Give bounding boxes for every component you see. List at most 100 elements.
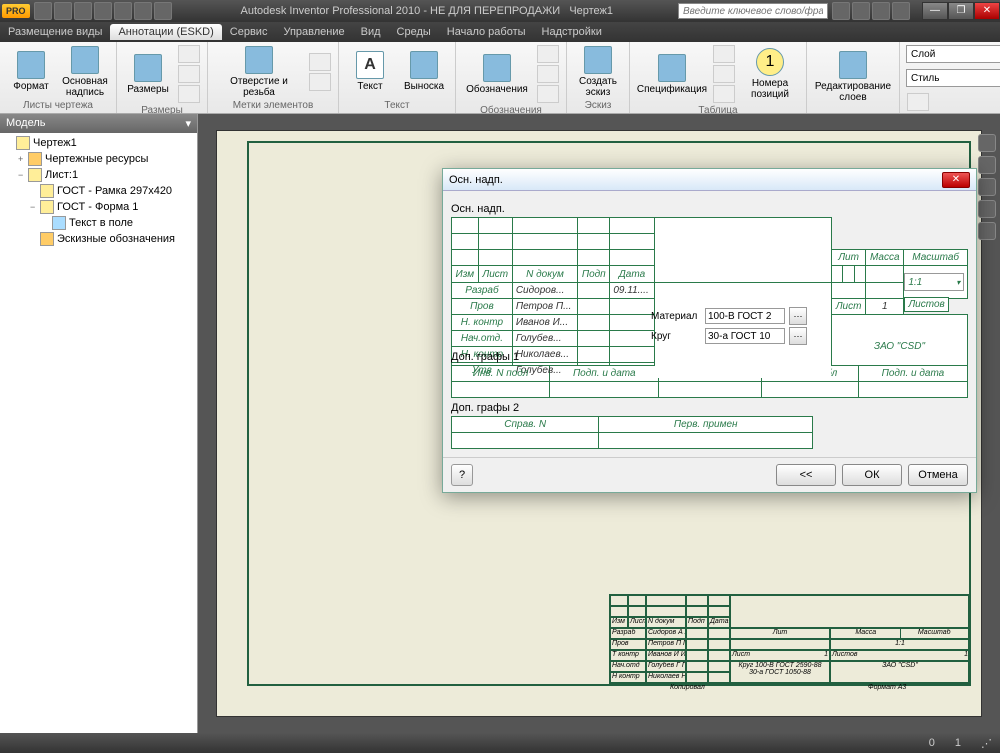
leader-icon (410, 51, 438, 79)
tbl-sm2[interactable] (713, 65, 735, 83)
tab-manage[interactable]: Управление (275, 24, 352, 40)
section-main-label: Осн. надп. (451, 203, 968, 215)
layers-icon (839, 51, 867, 79)
group-label-sheets: Листы чертежа (6, 99, 110, 111)
dialog-close-button[interactable]: ✕ (942, 172, 970, 188)
fmt-sm[interactable] (907, 93, 929, 111)
tree-form1[interactable]: −ГОСТ - Форма 1 (2, 199, 195, 215)
qat-save-icon[interactable] (74, 2, 92, 20)
edit-layers-button[interactable]: Редактирование слоев (813, 51, 893, 103)
tab-service[interactable]: Сервис (222, 24, 276, 40)
drawing-icon (16, 136, 30, 150)
ribbon-group-marks: Отверстие и резьба Метки элементов (208, 42, 339, 113)
model-browser-title[interactable]: Модель▾ (0, 114, 197, 133)
tab-environments[interactable]: Среды (389, 24, 439, 40)
dialog-footer: ? << ОК Отмена (443, 457, 976, 492)
window-controls: — ❐ ✕ (922, 2, 1000, 20)
tbl-sm3[interactable] (713, 85, 735, 103)
tree-frame[interactable]: ГОСТ - Рамка 297x420 (2, 183, 195, 199)
qat-open-icon[interactable] (54, 2, 72, 20)
search-input[interactable] (678, 3, 828, 19)
ok-button[interactable]: ОК (842, 464, 902, 486)
key-icon[interactable] (852, 2, 870, 20)
qat-print-icon[interactable] (94, 2, 112, 20)
qat-redo-icon[interactable] (134, 2, 152, 20)
minimize-button[interactable]: — (922, 2, 948, 20)
scale-dropdown[interactable]: 1:1 (904, 273, 964, 291)
ribbon-group-format: Слой Стиль Формат (900, 42, 1000, 113)
titlebar: PRO Autodesk Inventor Professional 2010 … (0, 0, 1000, 22)
mark-sm2[interactable] (309, 73, 331, 91)
balloon-button[interactable]: 1Номера позиций (740, 48, 800, 100)
pan-icon[interactable] (978, 156, 996, 174)
sketch-symbols-icon (40, 232, 54, 246)
viewcube-icon[interactable] (978, 134, 996, 152)
model-tree: Чертеж1 +Чертежные ресурсы −Лист:1 ГОСТ … (0, 133, 197, 733)
ribbon-group-layers: Редактирование слоев (807, 42, 900, 113)
tab-view[interactable]: Вид (353, 24, 389, 40)
krug-browse-button[interactable]: ⋯ (789, 327, 807, 345)
layer-dropdown[interactable]: Слой (906, 45, 1000, 63)
tbl-sm1[interactable] (713, 45, 735, 63)
frame-icon (40, 184, 54, 198)
tab-placement[interactable]: Размещение виды (0, 24, 110, 40)
material-input[interactable] (705, 308, 785, 324)
statusbar: 0 1 ⋰ (0, 733, 1000, 753)
tree-sheet1[interactable]: −Лист:1 (2, 167, 195, 183)
hole-thread-button[interactable]: Отверстие и резьба (214, 46, 304, 98)
qat-new-icon[interactable] (34, 2, 52, 20)
create-sketch-button[interactable]: Создать эскиз (573, 46, 623, 98)
tree-textfield[interactable]: Текст в поле (2, 215, 195, 231)
home-icon[interactable] (978, 222, 996, 240)
balloon-icon: 1 (756, 48, 784, 76)
help-icon[interactable] (892, 2, 910, 20)
group-label-marks: Метки элементов (214, 99, 332, 111)
form-icon (40, 200, 54, 214)
back-button[interactable]: << (776, 464, 836, 486)
specification-button[interactable]: Спецификация (636, 54, 708, 95)
dim-sm2[interactable] (178, 65, 200, 83)
dim-sm3[interactable] (178, 85, 200, 103)
tree-resources[interactable]: +Чертежные ресурсы (2, 151, 195, 167)
sym-sm3[interactable] (537, 85, 559, 103)
sheet-icon (28, 168, 42, 182)
close-button[interactable]: ✕ (974, 2, 1000, 20)
sym-sm2[interactable] (537, 65, 559, 83)
dim-sm1[interactable] (178, 45, 200, 63)
tree-root[interactable]: Чертеж1 (2, 135, 195, 151)
tree-sketch-symbols[interactable]: Эскизные обозначения (2, 231, 195, 247)
symbols-button[interactable]: Обозначения (462, 54, 532, 95)
tab-annotations-eskd[interactable]: Аннотации (ESKD) (110, 24, 221, 40)
status-a: 0 (929, 737, 935, 749)
dialog-help-button[interactable]: ? (451, 464, 473, 486)
dimensions-icon (134, 54, 162, 82)
sym-sm1[interactable] (537, 45, 559, 63)
cancel-button[interactable]: Отмена (908, 464, 968, 486)
style-dropdown[interactable]: Стиль (906, 69, 1000, 87)
ribbon-group-sketch: Создать эскиз Эскиз (567, 42, 630, 113)
qat-more-icon[interactable] (154, 2, 172, 20)
orbit-icon[interactable] (978, 200, 996, 218)
text-button[interactable]: AТекст (345, 51, 395, 92)
krug-input[interactable] (705, 328, 785, 344)
mark-sm1[interactable] (309, 53, 331, 71)
ribbon-group-table: Спецификация 1Номера позиций Таблица (630, 42, 807, 113)
binoculars-icon[interactable] (832, 2, 850, 20)
dimensions-button[interactable]: Размеры (123, 54, 173, 95)
sketch-icon (584, 46, 612, 74)
star-icon[interactable] (872, 2, 890, 20)
zoom-icon[interactable] (978, 178, 996, 196)
material-browse-button[interactable]: ⋯ (789, 307, 807, 325)
dialog-titlebar[interactable]: Осн. надп. ✕ (443, 169, 976, 191)
qat-undo-icon[interactable] (114, 2, 132, 20)
tab-getstarted[interactable]: Начало работы (439, 24, 534, 40)
status-b: 1 (955, 737, 961, 749)
folder-icon (28, 152, 42, 166)
leader-button[interactable]: Выноска (399, 51, 449, 92)
titleblock-button[interactable]: Основная надпись (60, 46, 110, 98)
pro-badge: PRO (2, 4, 30, 18)
tab-addins[interactable]: Надстройки (534, 24, 610, 40)
maximize-button[interactable]: ❐ (948, 2, 974, 20)
format-button[interactable]: Формат (6, 51, 56, 92)
symbols-icon (483, 54, 511, 82)
